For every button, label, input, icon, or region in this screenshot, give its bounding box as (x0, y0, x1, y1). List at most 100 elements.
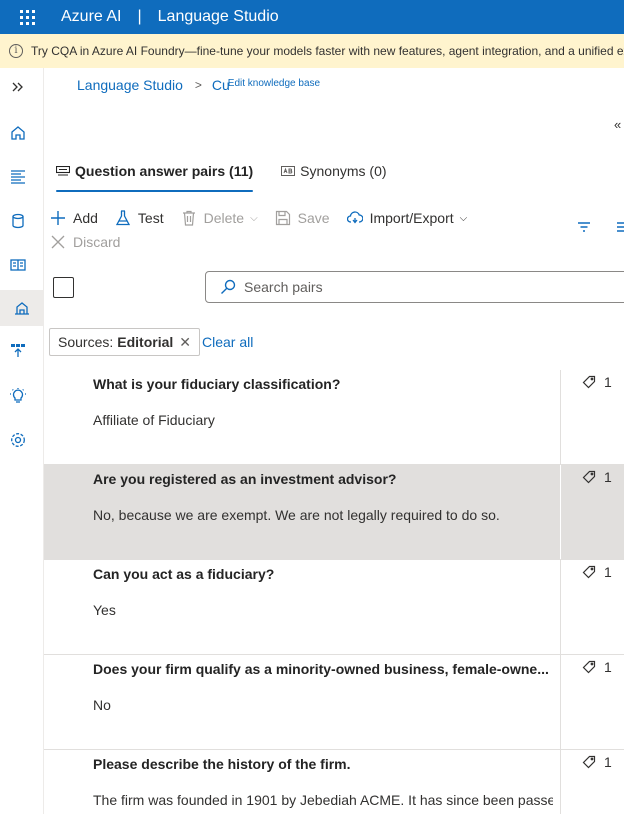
add-label: Add (73, 210, 98, 226)
list-view-icon (617, 222, 624, 232)
brand-separator: | (137, 8, 142, 25)
flask-icon (115, 210, 131, 226)
qa-answer: Yes (93, 602, 116, 618)
knowledge-base-icon (15, 302, 29, 315)
qa-pairs-icon (56, 166, 70, 176)
save-icon (275, 210, 290, 226)
qa-divider (560, 465, 561, 559)
tab-question-answer-pairs[interactable]: Question answer pairs (11) (56, 158, 254, 192)
brand-name[interactable]: Azure AI (61, 8, 121, 26)
tag-count-value: 1 (604, 754, 612, 770)
delete-button[interactable]: Delete ⌵ (181, 210, 258, 226)
tag-count-value: 1 (604, 564, 612, 580)
discard-label: Discard (73, 234, 121, 250)
qa-question: Please describe the history of the firm. (93, 756, 351, 772)
nav-lightbulb[interactable] (0, 378, 36, 414)
close-icon (51, 235, 65, 249)
filter-chip-label: Sources: (58, 334, 114, 350)
tag-icon (582, 470, 596, 484)
qa-divider (560, 750, 561, 814)
tab-label: Synonyms (0) (300, 163, 387, 179)
clear-all-link[interactable]: Clear all (202, 334, 253, 350)
filter-chip-value: Editorial (117, 334, 174, 350)
book-icon (10, 259, 26, 271)
qa-divider (560, 655, 561, 749)
qa-answer: The firm was founded in 1901 by Jebediah… (93, 792, 553, 808)
tab-label: Question answer pairs (11) (75, 163, 254, 179)
qa-pairs-list: What is your fiduciary classification? A… (44, 370, 624, 814)
deploy-icon (11, 344, 25, 357)
breadcrumb-tooltip: Edit knowledge base (227, 77, 321, 89)
nav-expand-button[interactable] (0, 69, 36, 105)
waffle-icon (19, 9, 35, 25)
nav-settings[interactable] (0, 422, 36, 458)
list-icon (11, 170, 25, 184)
qa-tag-count[interactable]: 1 (582, 374, 612, 390)
nav-knowledge-base[interactable] (0, 290, 44, 326)
tag-icon (582, 660, 596, 674)
home-icon (11, 126, 25, 140)
qa-pair-row[interactable]: Are you registered as an investment advi… (44, 465, 624, 560)
qa-question: Does your firm qualify as a minority-own… (93, 661, 549, 677)
qa-pair-row[interactable]: Please describe the history of the firm.… (44, 750, 624, 814)
qa-pair-row[interactable]: Does your firm qualify as a minority-own… (44, 655, 624, 750)
qa-answer: No, because we are exempt. We are not le… (93, 507, 500, 523)
tab-synonyms[interactable]: Synonyms (0) (281, 158, 387, 184)
qa-question: Can you act as a fiduciary? (93, 566, 275, 582)
product-name[interactable]: Language Studio (158, 8, 279, 26)
select-all-checkbox[interactable] (53, 277, 74, 298)
import-export-button[interactable]: Import/Export ⌵ (346, 210, 467, 226)
info-banner: i Try CQA in Azure AI Foundry—fine-tune … (0, 34, 624, 68)
qa-tag-count[interactable]: 1 (582, 659, 612, 675)
qa-pair-row[interactable]: Can you act as a fiduciary? Yes 1 (44, 560, 624, 655)
breadcrumb-chevron-icon: > (194, 78, 202, 92)
database-icon (12, 213, 24, 229)
filter-icon (578, 222, 590, 232)
search-box[interactable] (205, 271, 624, 303)
add-button[interactable]: Add (50, 210, 98, 226)
top-bar: Azure AI | Language Studio (0, 0, 624, 34)
nav-list[interactable] (0, 158, 36, 194)
source-filter-chip[interactable]: Sources: Editorial ✕ (49, 328, 200, 356)
qa-tag-count[interactable]: 1 (582, 564, 612, 580)
nav-home[interactable] (0, 115, 36, 151)
tag-icon (582, 375, 596, 389)
search-input[interactable] (244, 279, 624, 295)
nav-deploy[interactable] (0, 332, 36, 368)
nav-book[interactable] (0, 247, 36, 283)
save-label: Save (297, 210, 330, 226)
chevron-down-icon: ⌵ (250, 212, 258, 224)
info-icon: i (9, 44, 23, 58)
breadcrumb: Language Studio > Cu Edit knowledge base (77, 77, 320, 93)
qa-pair-row[interactable]: What is your fiduciary classification? A… (44, 370, 624, 465)
save-button[interactable]: Save (275, 210, 330, 226)
tag-count-value: 1 (604, 469, 612, 485)
expand-icon (12, 82, 23, 92)
collapse-panel-button[interactable]: « (614, 117, 621, 132)
qa-answer: Affiliate of Fiduciary (93, 412, 215, 428)
test-label: Test (137, 210, 164, 226)
test-button[interactable]: Test (115, 210, 164, 226)
qa-tag-count[interactable]: 1 (582, 469, 612, 485)
qa-question: Are you registered as an investment advi… (93, 471, 397, 487)
lightbulb-icon (10, 388, 26, 403)
remove-filter-icon[interactable]: ✕ (179, 334, 191, 351)
tab-list: Question answer pairs (11) Synonyms (0) (56, 158, 415, 192)
qa-question: What is your fiduciary classification? (93, 376, 341, 392)
filter-button[interactable] (577, 220, 591, 234)
qa-answer: No (93, 697, 111, 713)
import-export-label: Import/Export (369, 210, 454, 226)
command-bar: Add Test Delete ⌵ Save Import/Export ⌵ D… (50, 206, 624, 254)
tag-icon (582, 755, 596, 769)
qa-divider (560, 370, 561, 464)
nav-database[interactable] (0, 203, 36, 239)
view-options-button[interactable] (616, 220, 624, 234)
qa-tag-count[interactable]: 1 (582, 754, 612, 770)
settings-icon (11, 433, 25, 447)
left-nav (0, 68, 44, 814)
qa-divider (560, 560, 561, 654)
breadcrumb-language-studio[interactable]: Language Studio (77, 77, 183, 93)
trash-icon (182, 210, 195, 226)
app-launcher-button[interactable] (10, 0, 44, 34)
discard-button[interactable]: Discard (50, 234, 120, 250)
